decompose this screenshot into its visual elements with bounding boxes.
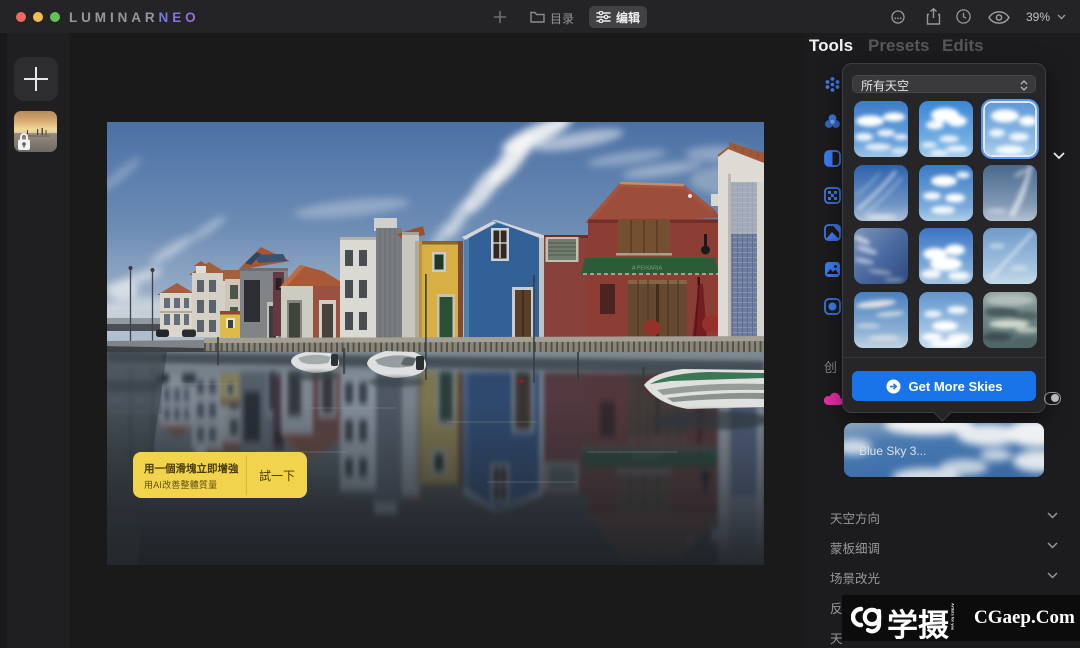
svg-text:A PEIXARIA: A PEIXARIA — [632, 266, 663, 272]
